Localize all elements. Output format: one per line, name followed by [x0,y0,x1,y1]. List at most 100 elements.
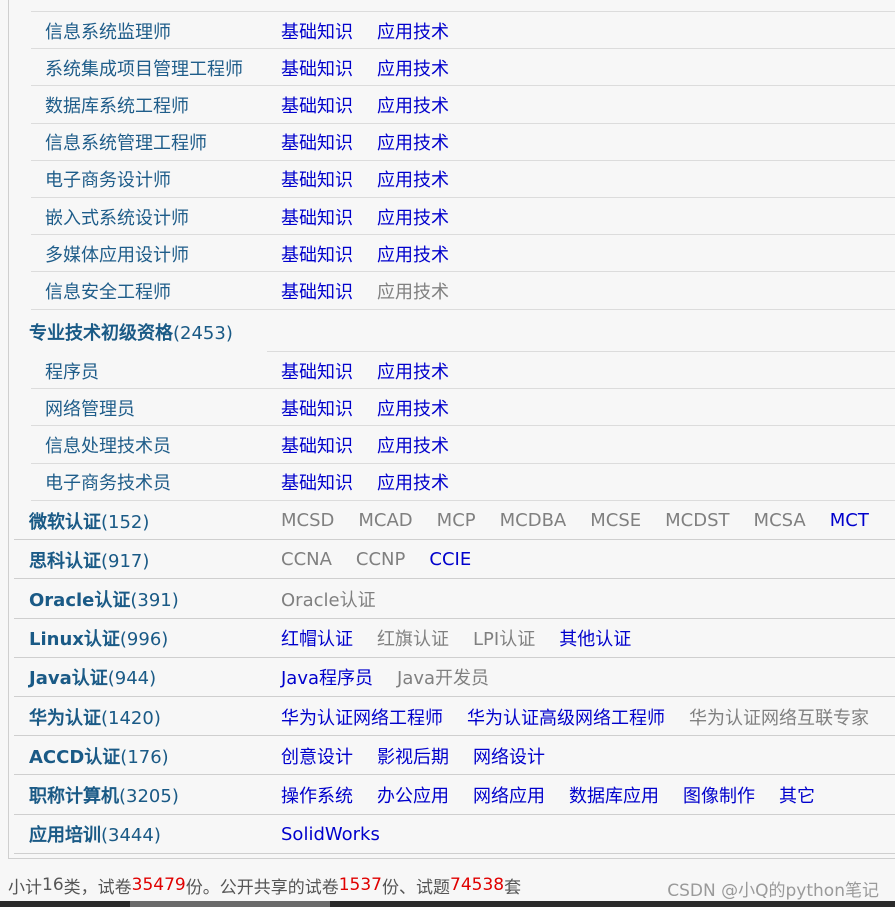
row-divider [31,308,267,310]
link-cell: 基础知识 应用技术 [269,86,895,123]
footer-text-2: 类，试卷 [63,877,132,898]
category-title[interactable]: 微软认证(152) [9,508,149,534]
exam-link[interactable]: 应用技术 [377,432,449,458]
exam-link[interactable]: 基础知识 [281,432,353,458]
link-cell: 基础知识 应用技术 [269,198,895,235]
footer-question-count: 74538 [450,875,505,895]
exam-link[interactable]: Java开发员 [397,664,489,690]
exam-link[interactable]: 应用技术 [377,358,449,384]
exam-link[interactable]: MCSD [281,510,334,531]
link-cell: 基础知识 应用技术 [269,464,895,501]
exam-link[interactable]: MCDBA [500,510,567,531]
exam-link[interactable]: 应用技术 [377,469,449,495]
category-title[interactable]: 思科认证(917) [9,547,149,573]
exam-link[interactable]: 办公应用 [377,782,449,808]
category-title[interactable]: Oracle认证(391) [9,586,179,612]
exam-link[interactable]: MCSE [590,510,641,531]
link-cell: 基础知识 应用技术 [269,235,895,272]
exam-link[interactable]: 应用技术 [377,18,449,44]
exam-link[interactable]: 基础知识 [281,204,353,230]
exam-link[interactable]: 其它 [779,782,815,808]
category-title[interactable]: 职称计算机(3205) [9,782,179,808]
exam-link[interactable]: 图像制作 [683,782,755,808]
category-title[interactable]: Linux认证(996) [9,625,168,651]
category-title[interactable]: 华为认证(1420) [9,704,161,730]
sub-exam-row: 嵌入式系统设计师 基础知识 应用技术 [9,198,895,236]
sub-exam-row: 网络管理员 基础知识 应用技术 [9,389,895,427]
exam-link[interactable]: 应用技术 [377,166,449,192]
category-count: (2453) [173,323,233,344]
category-name: 微软认证 [29,511,101,533]
exam-link[interactable]: 应用技术 [377,241,449,267]
link-cell: MCSD MCAD MCP MCDBA MCSE MCDST MCSA MCT [269,501,895,540]
exam-link[interactable]: 华为认证高级网络工程师 [467,704,665,730]
sub-exam-label: 信息处理技术员 [45,435,171,457]
category-title[interactable]: 专业技术初级资格(2453) [9,319,233,345]
category-title[interactable]: 应用培训(3444) [9,821,161,847]
exam-link[interactable]: 基础知识 [281,55,353,81]
horizontal-scrollbar[interactable] [0,901,895,907]
exam-link[interactable]: MCP [437,510,476,531]
exam-link[interactable]: MCDST [665,510,729,531]
exam-link[interactable]: 基础知识 [281,129,353,155]
category-title[interactable]: Java认证(944) [9,664,156,690]
exam-link[interactable]: CCNA [281,549,332,570]
exam-link[interactable]: 其他认证 [559,625,631,651]
link-cell [269,312,895,352]
exam-link[interactable]: Oracle认证 [281,586,376,612]
sub-exam-label: 电子商务设计师 [45,170,171,192]
sub-exam-row: 系统集成项目管理工程师 基础知识 应用技术 [9,49,895,87]
exam-link[interactable]: 网络应用 [473,782,545,808]
exam-link[interactable]: 网络设计 [473,743,545,769]
sub-exam-row: 电子商务设计师 基础知识 应用技术 [9,161,895,198]
sub-exam-row: 程序员 基础知识 应用技术 [9,352,895,390]
category-count: (152) [101,511,150,533]
sub-exam-label: 程序员 [45,361,99,383]
exam-link[interactable]: 基础知识 [281,18,353,44]
exam-link[interactable]: 基础知识 [281,278,353,304]
exam-link[interactable]: CCNP [356,549,405,570]
category-name: 专业技术初级资格 [29,323,173,344]
sub-exam-row: 多媒体应用设计师 基础知识 应用技术 [9,235,895,273]
exam-link[interactable]: 操作系统 [281,782,353,808]
category-title[interactable]: ACCD认证(176) [9,743,169,769]
watermark: CSDN @小Q的python笔记 [667,881,879,901]
exam-link[interactable]: 应用技术 [377,55,449,81]
exam-link[interactable]: 创意设计 [281,743,353,769]
sub-exam-row: 数据库系统工程师 基础知识 应用技术 [9,86,895,124]
exam-link[interactable]: Java程序员 [281,664,373,690]
exam-link[interactable]: 基础知识 [281,358,353,384]
sub-exam-label: 数据库系统工程师 [45,95,189,117]
category-name: 思科认证 [29,550,101,572]
exam-link[interactable]: CCIE [429,549,471,570]
exam-link[interactable]: 应用技术 [377,129,449,155]
exam-link[interactable]: MCSA [754,510,806,531]
scrollbar-thumb[interactable] [130,901,330,907]
exam-link[interactable]: 应用技术 [377,92,449,118]
exam-link[interactable]: LPI认证 [473,625,535,651]
exam-link[interactable]: 数据库应用 [569,782,659,808]
exam-link[interactable]: 应用技术 [377,395,449,421]
exam-link[interactable]: SolidWorks [281,824,380,845]
footer-text-1: 小计 [8,877,42,898]
exam-link[interactable]: 应用技术 [377,204,449,230]
category-row: 思科认证(917) CCNA CCNP CCIE [9,540,895,580]
category-count: (391) [130,589,179,611]
exam-link[interactable]: 基础知识 [281,92,353,118]
exam-link[interactable]: 应用技术 [377,278,449,304]
exam-link[interactable]: 华为认证网络工程师 [281,704,443,730]
exam-link[interactable]: 红帽认证 [281,625,353,651]
exam-link[interactable]: MCAD [358,510,412,531]
exam-link[interactable]: 基础知识 [281,469,353,495]
exam-link[interactable]: 基础知识 [281,166,353,192]
exam-link[interactable]: 影视后期 [377,743,449,769]
exam-link[interactable]: MCT [830,510,869,531]
exam-link[interactable]: 红旗认证 [377,625,449,651]
category-row: Java认证(944) Java程序员 Java开发员 [9,658,895,697]
exam-link[interactable]: 基础知识 [281,241,353,267]
row-divider [267,308,895,310]
exam-link[interactable]: 基础知识 [281,395,353,421]
category-name: Java认证 [29,668,108,690]
exam-link[interactable]: 华为认证网络互联专家 [689,704,869,730]
link-cell: 基础知识 应用技术 [269,389,895,426]
